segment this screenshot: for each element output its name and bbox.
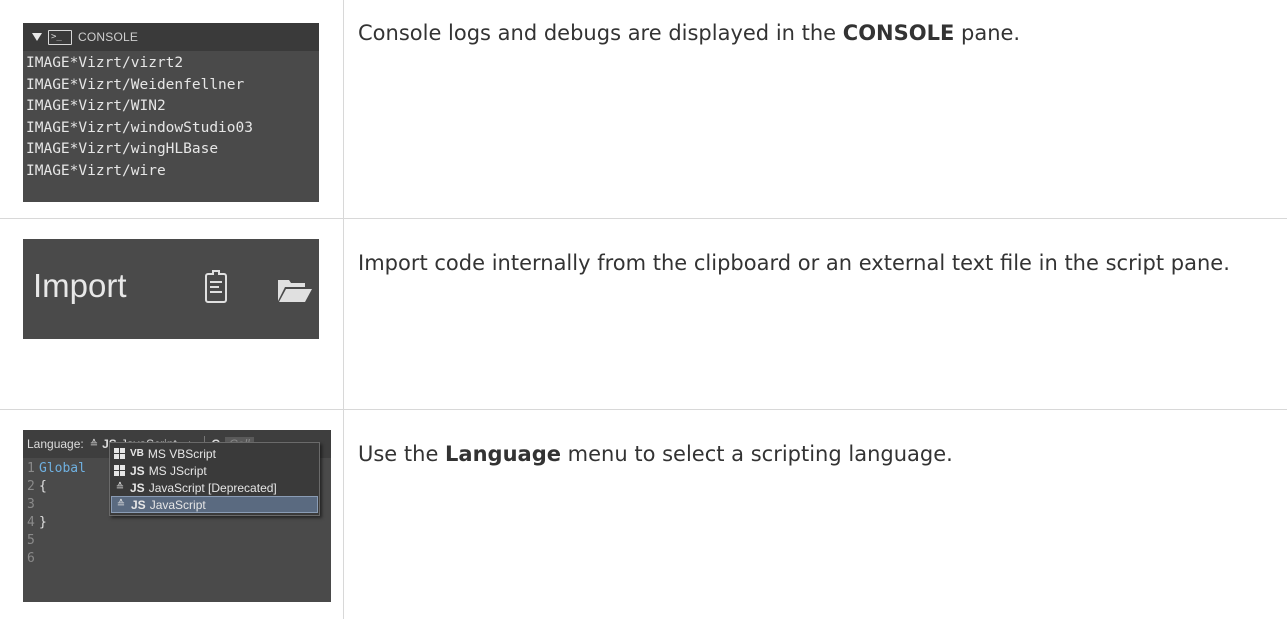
- import-label: Import: [33, 267, 127, 304]
- console-pane-screenshot: >_ CONSOLE IMAGE*Vizrt/vizrt2 IMAGE*Vizr…: [23, 23, 319, 202]
- collapse-triangle-icon[interactable]: [32, 33, 42, 41]
- console-title: CONSOLE: [78, 30, 139, 44]
- code-editor[interactable]: 1 Global 2{ 3 4} 5 6: [27, 460, 86, 568]
- console-line: IMAGE*Vizrt/wire: [26, 162, 166, 179]
- terminal-icon: >_: [48, 29, 72, 45]
- code-line: 5: [27, 533, 35, 548]
- console-line: IMAGE*Vizrt/wingHLBase: [26, 141, 219, 157]
- console-line: IMAGE*Vizrt/windowStudio03: [26, 119, 253, 136]
- import-toolbar-screenshot: Import: [23, 239, 319, 339]
- clipboard-icon[interactable]: [205, 270, 227, 303]
- fox-icon: ≙: [115, 481, 125, 493]
- menu-item-ms-vbscript[interactable]: VB MS VBScript: [111, 445, 318, 462]
- console-description: Console logs and debugs are displayed in…: [358, 21, 1021, 45]
- windows-icon: [114, 447, 126, 460]
- console-line: IMAGE*Vizrt/vizrt2: [26, 55, 184, 71]
- column-divider: [343, 0, 344, 619]
- code-line: 4}: [27, 515, 47, 530]
- folder-icon[interactable]: [277, 277, 313, 303]
- menu-item-javascript-deprecated[interactable]: ≙ JS JavaScript [Deprecated]: [111, 479, 318, 496]
- language-dropdown: VB MS VBScript JS MS JScript ≙ JS JavaSc…: [109, 442, 320, 516]
- documentation-table: >_ CONSOLE IMAGE*Vizrt/vizrt2 IMAGE*Vizr…: [0, 0, 1287, 619]
- menu-item-javascript[interactable]: ≙ JS JavaScript: [111, 496, 318, 513]
- fox-icon: ≙: [89, 438, 99, 450]
- fox-icon: ≙: [116, 498, 126, 510]
- row-divider: [0, 218, 1287, 219]
- console-log: IMAGE*Vizrt/vizrt2 IMAGE*Vizrt/Weidenfel…: [23, 51, 319, 182]
- console-line: IMAGE*Vizrt/Weidenfellner: [26, 76, 245, 93]
- language-description: Use the Language menu to select a script…: [358, 442, 953, 466]
- code-line: 2{: [27, 479, 47, 494]
- language-label: Language:: [27, 437, 84, 451]
- windows-icon: [114, 464, 126, 477]
- code-line: 3: [27, 497, 35, 512]
- console-header[interactable]: >_ CONSOLE: [23, 23, 319, 51]
- language-menu-screenshot: Language: ≙ JS JavaScript ÷ C Call 1Glob…: [23, 430, 331, 602]
- console-line: IMAGE*Vizrt/WIN2: [26, 98, 166, 114]
- row-divider: [0, 409, 1287, 410]
- code-line: 6: [27, 551, 35, 566]
- import-description: Import code internally from the clipboar…: [358, 251, 1230, 275]
- menu-item-ms-jscript[interactable]: JS MS JScript: [111, 462, 318, 479]
- code-line: 1 Global: [27, 461, 86, 476]
